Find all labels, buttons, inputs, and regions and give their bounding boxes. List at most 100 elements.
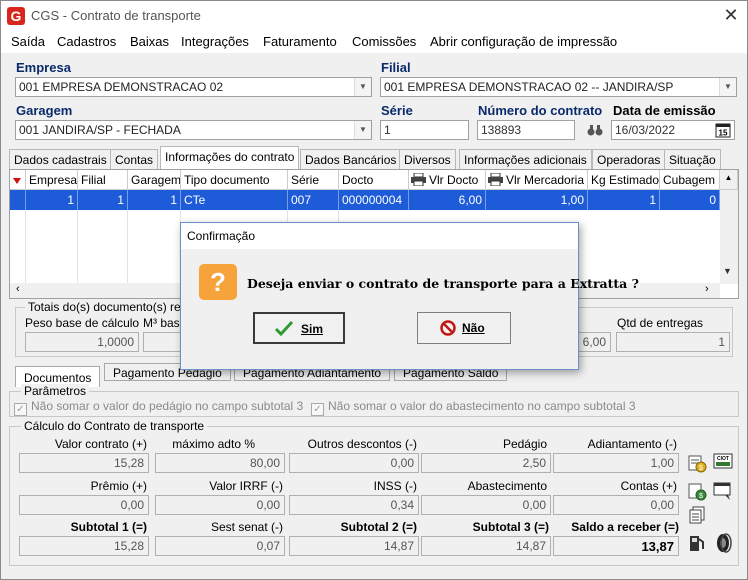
tab-informacoes-adicionais[interactable]: Informações adicionais [459, 149, 592, 169]
menu-faturamento[interactable]: Faturamento [263, 34, 337, 49]
column-header[interactable]: Empresa [26, 170, 78, 190]
valor-irrf-label: Valor IRRF (-) [209, 479, 283, 493]
nao-somar-pedagio-label: Não somar o valor do pedágio no campo su… [31, 399, 304, 413]
table-cell[interactable]: 1 [128, 190, 181, 210]
m3-base-field [143, 332, 183, 352]
filial-value: 001 EMPRESA DEMONSTRACAO 02 -- JANDIRA/S… [384, 80, 674, 94]
chevron-down-icon[interactable]: ▼ [354, 78, 371, 96]
peso-base-label: Peso base de cálculo [25, 316, 140, 330]
row-indicator-icon [10, 170, 26, 190]
dialog-title: Confirmação [181, 223, 578, 249]
totais-label: Totais do(s) documento(s) rela [25, 300, 194, 314]
sest-senat-label: Sest senat (-) [210, 520, 283, 534]
column-header[interactable]: Cubagem [660, 170, 720, 190]
tire-icon[interactable] [713, 533, 733, 553]
qtd-entregas-field: 1 [616, 332, 730, 352]
maximo-adto-field: 80,00 [155, 453, 285, 473]
main-window: G CGS - Contrato de transporte ✕ Saída C… [0, 0, 748, 580]
column-header[interactable]: Kg Estimado [588, 170, 660, 190]
qtd-entregas-label: Qtd de entregas [617, 316, 704, 330]
nao-somar-abastecimento-label: Não somar o valor do abastecimento no ca… [328, 399, 636, 413]
premio-field: 0,00 [19, 495, 149, 515]
garagem-combo[interactable]: 001 JANDIRA/SP - FECHADA ▼ [15, 120, 372, 140]
money-edit-icon[interactable]: $ [687, 481, 707, 501]
tab-dados-bancarios[interactable]: Dados Bancários [300, 149, 402, 169]
table-cell[interactable]: 1 [26, 190, 78, 210]
adiantamento-field: 1,00 [553, 453, 679, 473]
pedagio-label: Pedágio [502, 437, 547, 451]
inss-field: 0,34 [289, 495, 419, 515]
printer-icon [488, 173, 503, 186]
tab-situacao[interactable]: Situação [664, 149, 721, 169]
fuel-pump-icon[interactable] [687, 533, 707, 553]
table-cell[interactable]: 1 [78, 190, 128, 210]
parametros-label: Parâmetros [21, 384, 90, 398]
table-cell[interactable]: 0 [660, 190, 720, 210]
column-header[interactable]: Série [288, 170, 339, 190]
table-cell[interactable]: 6,00 [409, 190, 486, 210]
table-cell[interactable]: 1,00 [486, 190, 588, 210]
scroll-up-icon[interactable]: ▲ [720, 170, 738, 190]
no-button[interactable]: Não [417, 312, 511, 344]
nao-somar-abastecimento-checkbox[interactable]: ✓ Não somar o valor do abastecimento no c… [311, 399, 636, 416]
tab-strip: Dados cadastrais Contas Informações do c… [9, 146, 739, 169]
subtotal3-label: Subtotal 3 (=) [472, 520, 549, 534]
row-indicator [10, 190, 26, 210]
window-title: CGS - Contrato de transporte [31, 8, 201, 23]
yes-button[interactable]: Sim [253, 312, 345, 344]
outros-descontos-field: 0,00 [289, 453, 419, 473]
documents-stack-icon[interactable] [687, 506, 707, 526]
column-header[interactable]: Vlr Docto [409, 170, 486, 190]
menu-cadastros[interactable]: Cadastros [57, 34, 116, 49]
chevron-down-icon[interactable]: ▼ [354, 121, 371, 139]
chevron-down-icon[interactable]: ▼ [719, 78, 736, 96]
menu-baixas[interactable]: Baixas [130, 34, 169, 49]
table-cell[interactable]: CTe [181, 190, 288, 210]
menu-integracoes[interactable]: Integrações [181, 34, 249, 49]
money-list-icon[interactable]: $ [687, 453, 707, 473]
subtotal2-label: Subtotal 2 (=) [340, 520, 417, 534]
subtotal2-field: 14,87 [289, 536, 419, 556]
empresa-combo[interactable]: 001 EMPRESA DEMONSTRACAO 02 ▼ [15, 77, 372, 97]
table-cell[interactable]: 000000004 [339, 190, 409, 210]
message-window-icon[interactable] [713, 481, 733, 501]
chevron-down-icon[interactable]: ▼ [723, 266, 732, 276]
app-logo-icon: G [7, 7, 25, 25]
column-header[interactable]: Filial [78, 170, 128, 190]
grid-line [77, 210, 78, 286]
menu-saida[interactable]: Saída [11, 34, 45, 49]
menu-comissoes[interactable]: Comissões [352, 34, 416, 49]
subtotal1-field: 15,28 [19, 536, 149, 556]
tab-contas[interactable]: Contas [110, 149, 159, 169]
binoculars-icon[interactable] [587, 123, 603, 137]
column-header-label: Vlr Docto [429, 173, 479, 187]
title-bar: G CGS - Contrato de transporte ✕ [1, 1, 747, 31]
peso-base-field: 1,0000 [25, 332, 139, 352]
chevron-left-icon[interactable]: ‹ [16, 283, 20, 295]
abastecimento-field: 0,00 [421, 495, 551, 515]
column-header[interactable]: Garagem [128, 170, 181, 190]
column-header[interactable]: Vlr Mercadoria [486, 170, 588, 190]
menu-abrir-configuracao[interactable]: Abrir configuração de impressão [430, 34, 617, 49]
column-header[interactable]: Tipo documento [181, 170, 288, 190]
serie-input[interactable]: 1 [380, 120, 469, 140]
table-cell[interactable]: 007 [288, 190, 339, 210]
vertical-scrollbar[interactable]: ▼ [720, 190, 738, 284]
nao-somar-pedagio-checkbox[interactable]: ✓ Não somar o valor do pedágio no campo s… [14, 399, 303, 416]
dialog-message: Deseja enviar o contrato de transporte p… [247, 276, 639, 291]
column-header[interactable]: Docto [339, 170, 409, 190]
tab-operadoras[interactable]: Operadoras [592, 149, 666, 169]
tab-dados-cadastrais[interactable]: Dados cadastrais [9, 149, 112, 169]
saldo-receber-label: Saldo a receber (=) [571, 520, 679, 534]
tab-informacoes-contrato[interactable]: Informações do contrato [160, 146, 300, 169]
chevron-right-icon[interactable]: › [705, 283, 709, 295]
close-button[interactable]: ✕ [719, 4, 743, 26]
ciot-card-icon[interactable]: CIOT [713, 451, 733, 471]
table-cell[interactable]: 1 [588, 190, 660, 210]
numero-contrato-input[interactable]: 138893 [477, 120, 575, 140]
tab-diversos[interactable]: Diversos [399, 149, 456, 169]
filial-combo[interactable]: 001 EMPRESA DEMONSTRACAO 02 -- JANDIRA/S… [380, 77, 737, 97]
contas-label: Contas (+) [620, 479, 677, 493]
empresa-value: 001 EMPRESA DEMONSTRACAO 02 [19, 80, 224, 94]
calendar-icon[interactable]: 15 [715, 122, 731, 138]
